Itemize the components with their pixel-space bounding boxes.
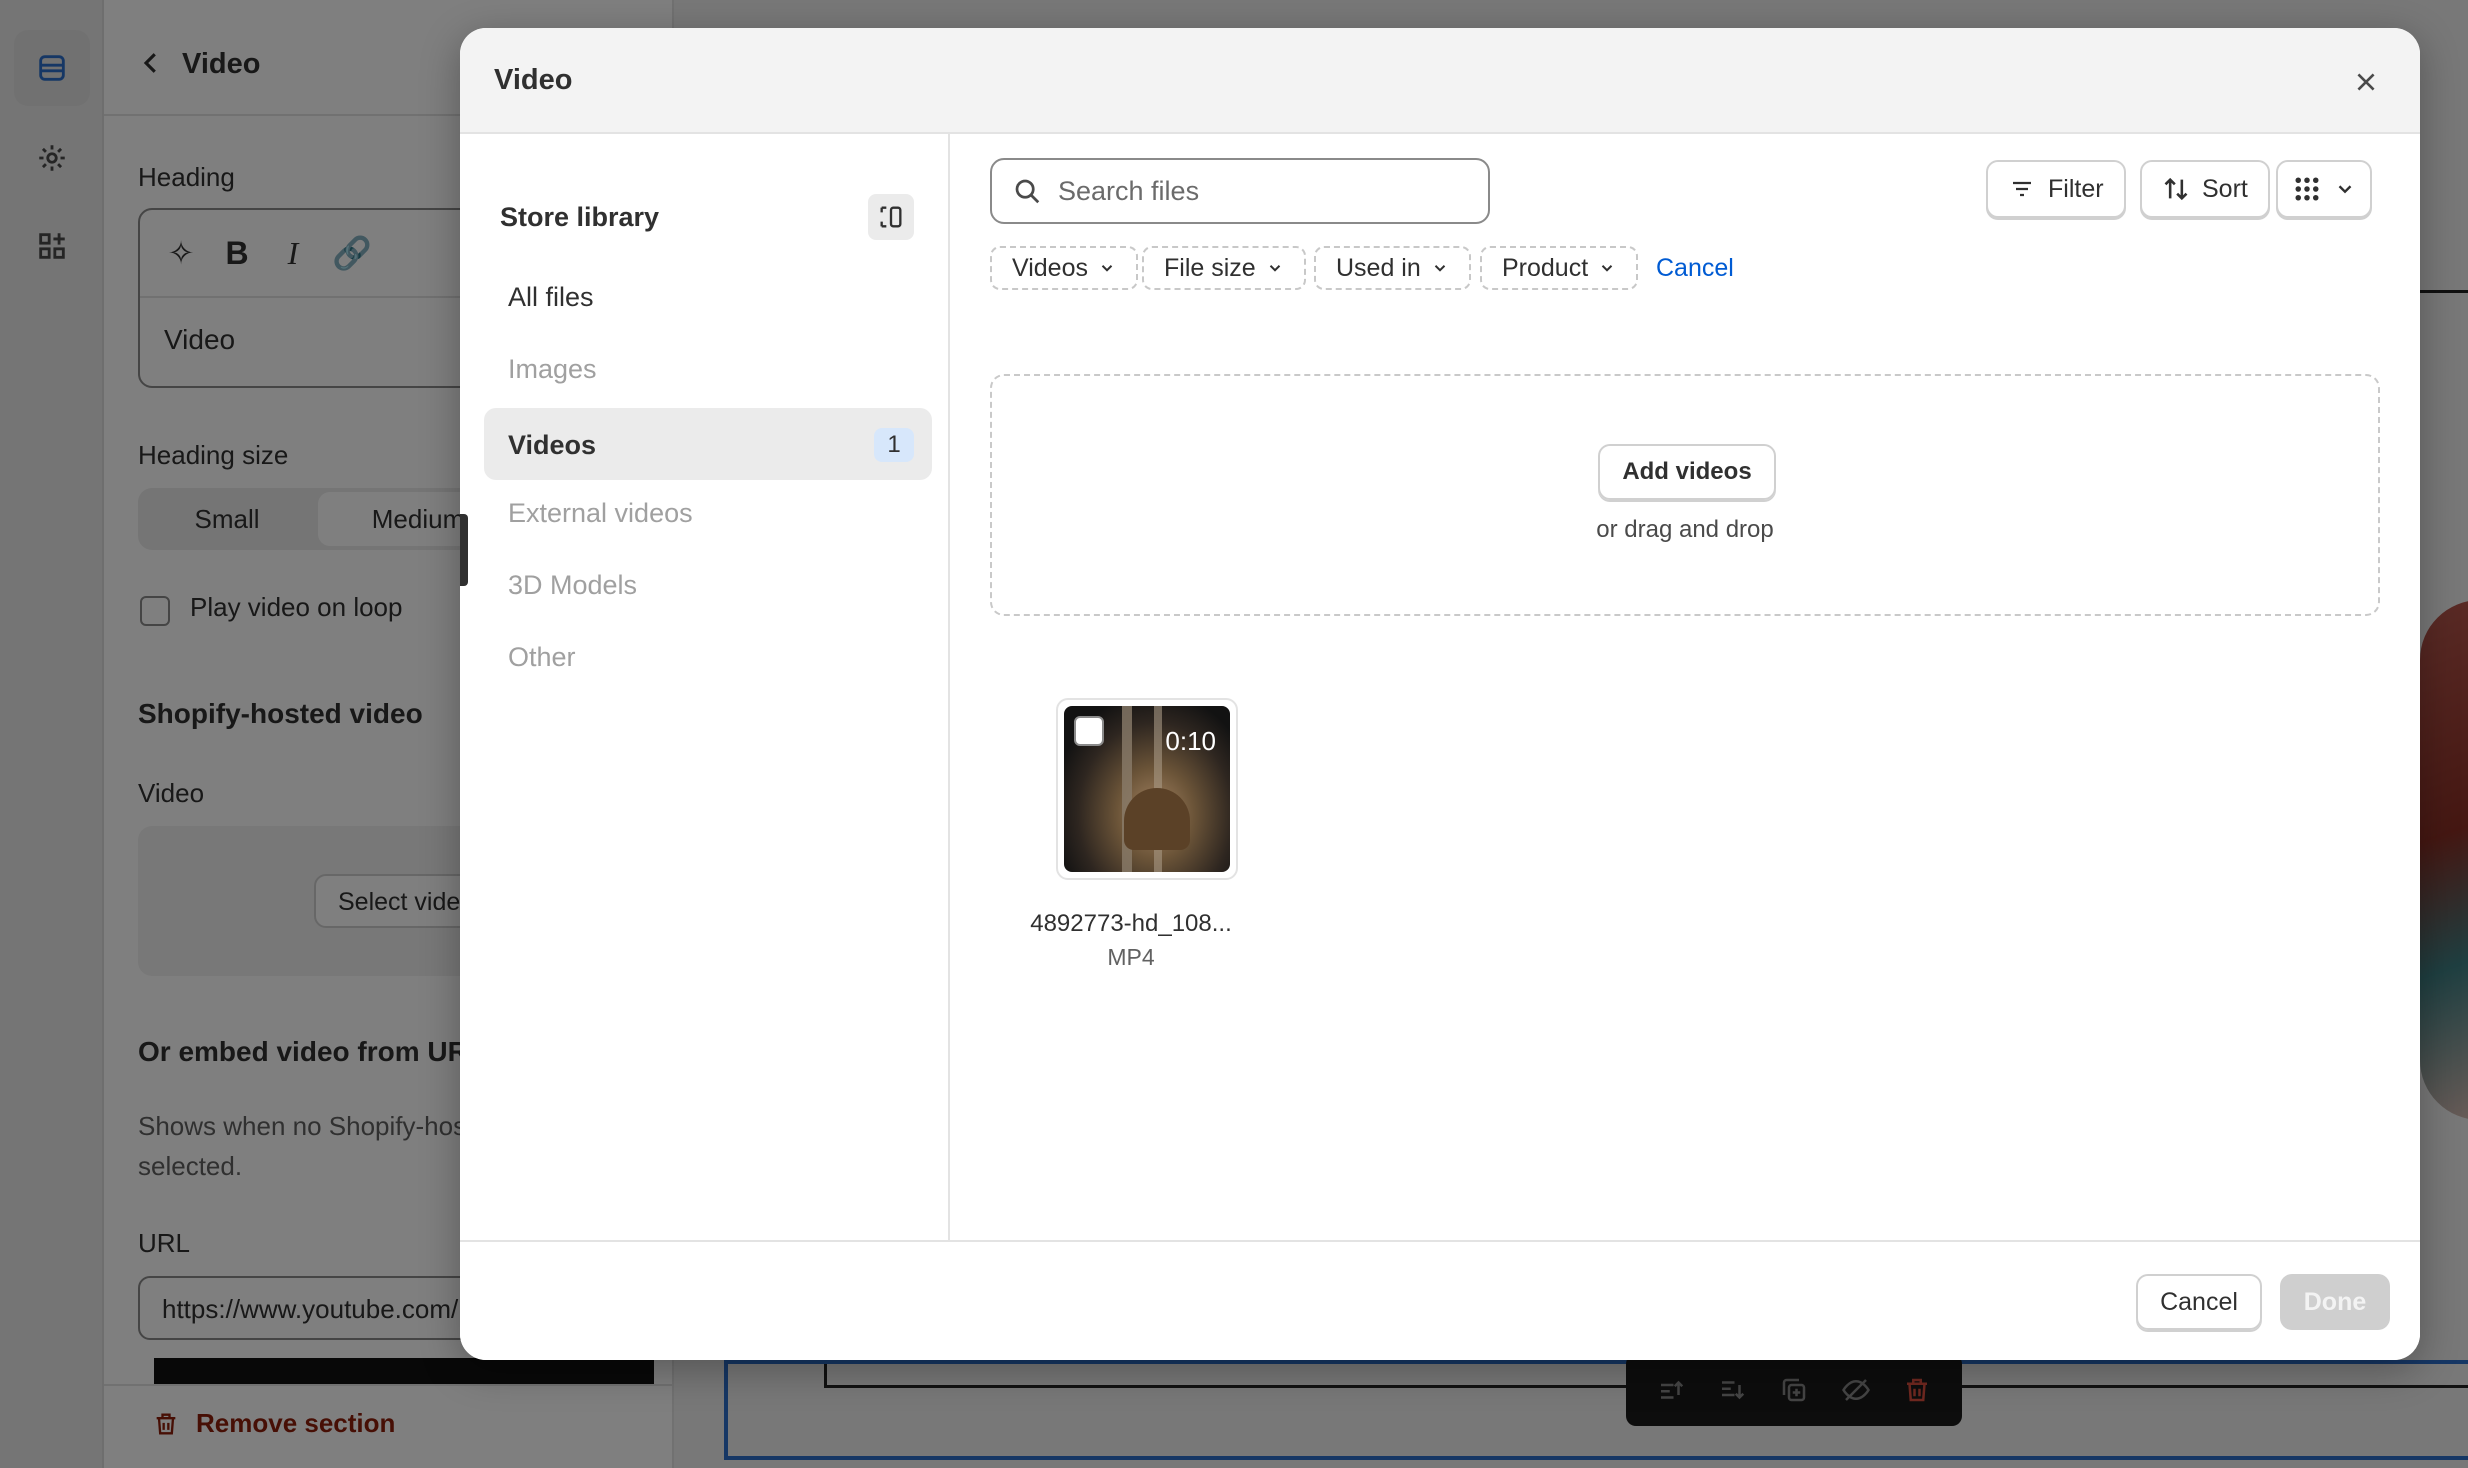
active-nav-marker [460,514,468,586]
chevron-down-icon [1269,265,1280,272]
nav-item-3d-models[interactable]: 3D Models [484,548,932,620]
file-size-filter-chip[interactable]: File size [1142,246,1306,290]
nav-item-all-files[interactable]: All files [484,260,932,332]
file-type: MP4 [1107,944,1155,970]
done-button[interactable]: Done [2280,1274,2390,1330]
chip-label: Videos [1012,253,1088,282]
chip-label: Product [1502,253,1589,282]
modal-title: Video [494,64,573,96]
chevron-down-icon [1601,265,1613,272]
file-card[interactable]: 0:10 4892773-hd_108... MP4 [1016,698,1246,971]
cancel-button[interactable]: Cancel [2136,1274,2262,1330]
video-picker-modal: Video Store library All files Images Vid… [460,28,2420,1360]
chip-label: File size [1164,253,1256,282]
nav-item-label: Videos [508,430,597,460]
filter-icon [2013,181,2031,197]
files-main: Search files Filter Sort Videos File siz… [950,134,2420,1240]
nav-item-videos[interactable]: Videos 1 [484,408,932,480]
add-videos-button[interactable]: Add videos [1598,444,1776,500]
videos-filter-chip[interactable]: Videos [990,246,1138,290]
chip-label: Used in [1336,253,1421,282]
video-thumbnail: 0:10 [1064,706,1230,872]
collapse-sidebar-button[interactable] [868,194,914,240]
chevron-down-icon [1101,265,1113,272]
search-input[interactable]: Search files [990,158,1490,224]
file-select-checkbox[interactable] [1074,716,1104,746]
count-badge: 1 [874,428,914,462]
chevron-down-icon [1434,265,1445,272]
view-toggle-button[interactable] [2276,160,2372,218]
sort-label: Sort [2202,174,2248,203]
library-title: Store library [500,202,660,232]
nav-item-images[interactable]: Images [484,332,932,404]
search-placeholder: Search files [1058,175,1200,206]
modal-footer: Cancel Done [460,1240,2420,1360]
nav-item-other[interactable]: Other [484,620,932,692]
modal-header: Video [460,28,2420,134]
filter-button[interactable]: Filter [1986,160,2126,218]
filter-label: Filter [2048,174,2104,203]
upload-dropzone[interactable]: Add videos or drag and drop [990,374,2380,616]
sidebar-toggle-icon [880,206,902,228]
search-icon [1015,179,1040,204]
drag-drop-hint: or drag and drop [1596,516,1774,543]
sort-icon [2164,177,2188,201]
close-icon [2357,73,2375,91]
file-thumbnail[interactable]: 0:10 [1056,698,1238,880]
video-duration: 0:10 [1165,726,1216,756]
used-in-filter-chip[interactable]: Used in [1314,246,1471,290]
grid-icon [2295,177,2319,201]
clear-filters-link[interactable]: Cancel [1656,254,1734,283]
chevron-down-icon [2338,185,2352,194]
nav-item-external-videos[interactable]: External videos [484,476,932,548]
product-filter-chip[interactable]: Product [1480,246,1639,290]
close-button[interactable] [2346,62,2386,102]
library-sidebar: Store library All files Images Videos 1 … [460,134,950,1240]
sort-button[interactable]: Sort [2140,160,2270,218]
file-name: 4892773-hd_108... [1030,910,1232,937]
